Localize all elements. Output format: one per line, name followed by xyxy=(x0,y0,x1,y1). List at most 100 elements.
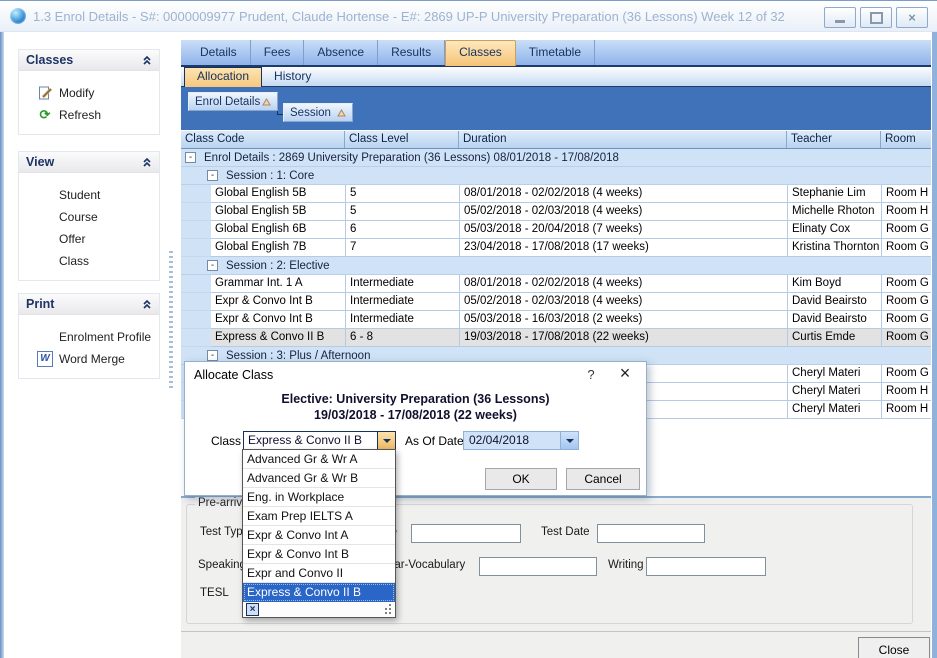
dropdown-option-expr-convo-int-a[interactable]: Expr & Convo Int A xyxy=(243,526,395,545)
cell-class-code: Global English 5B xyxy=(211,203,346,221)
dropdown-option-exam-prep-ielts-a[interactable]: Exam Prep IELTS A xyxy=(243,507,395,526)
panel-header-classes[interactable]: Classes xyxy=(19,50,159,71)
cell-room: Room H - xyxy=(882,401,931,419)
cell-room: Room G - xyxy=(882,365,931,383)
score-input[interactable] xyxy=(411,524,521,543)
sidebar-item-label: Course xyxy=(59,210,98,224)
word-icon: W xyxy=(37,351,53,367)
dropdown-option-eng-in-workplace[interactable]: Eng. in Workplace xyxy=(243,488,395,507)
tab-bar: DetailsFeesAbsenceResultsClassesTimetabl… xyxy=(181,40,931,67)
enrol-group-row[interactable]: -Enrol Details : 2869 University Prepara… xyxy=(181,149,931,167)
sidebar-item-refresh[interactable]: ⟳ Refresh xyxy=(19,104,159,126)
sidebar: Classes Modify ⟳ Refresh View xyxy=(4,31,178,658)
column-header-class-level[interactable]: Class Level xyxy=(345,131,459,148)
cell-teacher: Cheryl Materi xyxy=(788,401,882,419)
cell-class-level: 6 xyxy=(346,221,460,239)
help-icon[interactable]: ? xyxy=(584,367,598,382)
class-row[interactable]: Global English 6B605/03/2018 - 20/04/201… xyxy=(181,221,931,239)
tab-details[interactable]: Details xyxy=(187,40,251,65)
sidebar-item-modify[interactable]: Modify xyxy=(19,82,159,104)
as-of-date-picker[interactable]: 02/04/2018 xyxy=(463,431,579,450)
group-label: Enrol Details : 2869 University Preparat… xyxy=(204,152,619,164)
sidebar-item-offer[interactable]: Offer xyxy=(19,228,159,250)
class-row[interactable]: Global English 5B505/02/2018 - 02/03/201… xyxy=(181,203,931,221)
cell-duration: 08/01/2018 - 02/02/2018 (4 weeks) xyxy=(460,275,788,293)
group-by-enrol-details[interactable]: Enrol Details xyxy=(188,92,278,111)
sidebar-item-student[interactable]: Student xyxy=(19,184,159,206)
test-date-input[interactable] xyxy=(597,524,705,543)
collapse-expander-icon[interactable]: - xyxy=(207,350,218,361)
class-row[interactable]: Global English 5B508/01/2018 - 02/02/201… xyxy=(181,185,931,203)
column-header-room[interactable]: Room xyxy=(881,131,931,148)
dropdown-option-expr-and-convo-ii[interactable]: Expr and Convo II xyxy=(243,564,395,583)
sidebar-item-course[interactable]: Course xyxy=(19,206,159,228)
tab-timetable[interactable]: Timetable xyxy=(516,40,595,65)
column-header-teacher[interactable]: Teacher xyxy=(787,131,881,148)
collapse-expander-icon[interactable]: - xyxy=(185,152,196,163)
collapse-chevron-icon[interactable] xyxy=(142,299,152,309)
title-bar: 1.3 Enrol Details - S#: 0000009977 Prude… xyxy=(0,1,937,32)
collapse-chevron-icon[interactable] xyxy=(142,157,152,167)
panel-title: Print xyxy=(26,297,54,311)
sidebar-item-label: Word Merge xyxy=(59,352,125,366)
group-by-session[interactable]: Session xyxy=(283,103,353,122)
panel-header-print[interactable]: Print xyxy=(19,294,159,315)
test-date-label: Test Date xyxy=(541,526,590,538)
column-header-class-code[interactable]: Class Code xyxy=(181,131,345,148)
cell-room: Room G - xyxy=(882,275,931,293)
dropdown-option-express-convo-ii-b[interactable]: Express & Convo II B xyxy=(243,583,395,602)
class-row[interactable]: Express & Convo II B6 - 819/03/2018 - 17… xyxy=(181,329,931,347)
tab-results[interactable]: Results xyxy=(378,40,445,65)
tab-classes[interactable]: Classes xyxy=(445,40,516,66)
class-row[interactable]: Expr & Convo Int BIntermediate05/03/2018… xyxy=(181,311,931,329)
dropdown-option-advanced-gr-wr-a[interactable]: Advanced Gr & Wr A xyxy=(243,450,395,469)
dropdown-option-advanced-gr-wr-b[interactable]: Advanced Gr & Wr B xyxy=(243,469,395,488)
grammar-vocabulary-input[interactable] xyxy=(479,557,597,576)
cancel-button[interactable]: Cancel xyxy=(566,468,640,490)
cell-room: Room G - xyxy=(882,221,931,239)
tab-absence[interactable]: Absence xyxy=(304,40,378,65)
session-group-row[interactable]: -Session : 1: Core xyxy=(181,167,931,185)
cell-class-level: Intermediate xyxy=(346,275,460,293)
chevron-down-icon xyxy=(383,439,391,443)
class-row[interactable]: Grammar Int. 1 AIntermediate08/01/2018 -… xyxy=(181,275,931,293)
class-combobox[interactable]: Express & Convo II B xyxy=(243,431,396,450)
collapse-expander-icon[interactable]: - xyxy=(207,170,218,181)
dialog-date-header: 19/03/2018 - 17/08/2018 (22 weeks) xyxy=(185,408,646,422)
collapse-chevron-icon[interactable] xyxy=(142,55,152,65)
tesl-label: TESL xyxy=(200,587,229,599)
writing-input[interactable] xyxy=(646,557,766,576)
cell-class-level: Intermediate xyxy=(346,311,460,329)
sort-asc-icon xyxy=(337,109,346,117)
subtab-history[interactable]: History xyxy=(262,67,323,86)
tab-fees[interactable]: Fees xyxy=(251,40,305,65)
close-icon: × xyxy=(908,10,916,25)
sidebar-item-word-merge[interactable]: W Word Merge xyxy=(19,348,159,370)
dropdown-items: Advanced Gr & Wr AAdvanced Gr & Wr BEng.… xyxy=(243,450,395,602)
class-row[interactable]: Expr & Convo Int BIntermediate05/02/2018… xyxy=(181,293,931,311)
close-window-button[interactable]: × xyxy=(896,7,928,28)
dropdown-option-expr-convo-int-b[interactable]: Expr & Convo Int B xyxy=(243,545,395,564)
app-window: 1.3 Enrol Details - S#: 0000009977 Prude… xyxy=(0,0,937,658)
sidebar-item-enrolment-profile[interactable]: Enrolment Profile xyxy=(19,326,159,348)
subtab-allocation[interactable]: Allocation xyxy=(184,67,262,87)
session-group-row[interactable]: -Session : 2: Elective xyxy=(181,257,931,275)
ok-button[interactable]: OK xyxy=(485,468,557,490)
minimize-button[interactable] xyxy=(824,7,856,28)
resize-grip-icon[interactable] xyxy=(381,604,391,614)
class-row[interactable]: Global English 7B723/04/2018 - 17/08/201… xyxy=(181,239,931,257)
collapse-expander-icon[interactable]: - xyxy=(207,260,218,271)
class-combobox-dropdown-button[interactable] xyxy=(377,432,395,449)
date-dropdown-button[interactable] xyxy=(560,432,578,449)
cell-duration: 05/03/2018 - 20/04/2018 (7 weeks) xyxy=(460,221,788,239)
clear-filter-icon[interactable]: × xyxy=(246,603,259,616)
class-dropdown-list: Advanced Gr & Wr AAdvanced Gr & Wr BEng.… xyxy=(242,449,396,618)
sidebar-splitter[interactable] xyxy=(169,251,173,391)
column-header-duration[interactable]: Duration xyxy=(459,131,787,148)
restore-button[interactable] xyxy=(860,7,892,28)
sidebar-item-label: Student xyxy=(59,188,100,202)
panel-header-view[interactable]: View xyxy=(19,152,159,173)
dialog-close-icon[interactable]: × xyxy=(616,363,634,384)
close-button[interactable]: Close xyxy=(858,637,930,658)
sidebar-item-class[interactable]: Class xyxy=(19,250,159,272)
